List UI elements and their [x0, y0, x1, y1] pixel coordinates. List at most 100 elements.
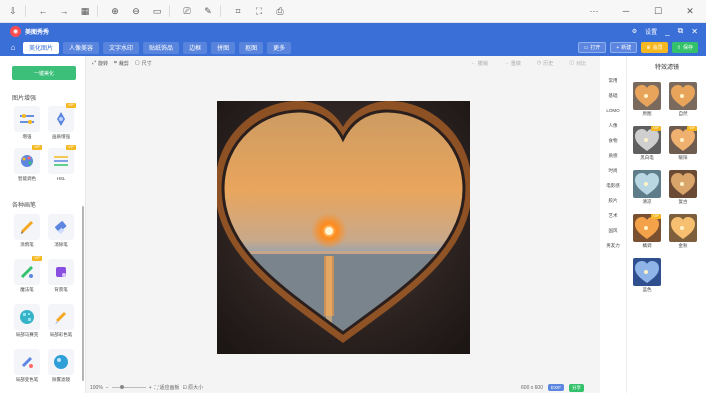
undo-button[interactable]: ← 撤销 [471, 60, 488, 67]
tab-beautify[interactable]: 美化图片 [23, 41, 60, 54]
zoom-out-icon[interactable]: ⊖ [128, 3, 144, 19]
filter-tile[interactable]: VIP 暖阳 [669, 126, 697, 162]
app-minimize-icon[interactable]: _ [665, 27, 669, 36]
filter-tile[interactable]: VIP 橘调 [633, 214, 661, 250]
tool-hsl[interactable]: VIP HSL [46, 145, 76, 186]
category-item[interactable]: 基础 [600, 93, 626, 99]
tab-stickers[interactable]: 贴纸饰品 [143, 41, 180, 54]
save-button[interactable]: ⇪ 保存 [671, 42, 698, 53]
app-restore-icon[interactable]: ⧉ [678, 26, 684, 36]
zoom-in-icon[interactable]: + [149, 385, 152, 391]
category-item[interactable]: 胶片 [600, 198, 626, 204]
filter-preview-image [669, 82, 697, 110]
category-item[interactable]: 人像 [600, 123, 626, 129]
tool-quality-enhance[interactable]: VIP 画质增强 [46, 103, 76, 144]
home-icon[interactable]: ⌂ [7, 42, 19, 54]
tab-more[interactable]: 更多 [267, 41, 292, 54]
zoom-control[interactable]: 100% − + ⛶ 适应画板 ⊡ 原大小 [90, 384, 204, 392]
one-click-beautify-button[interactable]: 一键美化 [12, 66, 76, 80]
screenshot-icon[interactable]: ⛶ [251, 3, 267, 19]
edit-icon[interactable]: ✎ [200, 3, 216, 19]
rotate-icon[interactable]: ⎚ [179, 3, 195, 19]
crop-icon[interactable]: ⌗ [230, 3, 246, 19]
crop-tool[interactable]: ⌗ 裁剪 [114, 60, 129, 67]
filter-tile[interactable]: 金秋 [669, 214, 697, 250]
tool-eraser-pen[interactable]: 消除笔 [46, 214, 76, 252]
tool-magic-pen[interactable]: VIP 魔法笔 [12, 256, 42, 297]
filter-label: 橘调 [642, 243, 652, 248]
filter-preview-image [633, 82, 661, 110]
pin-icon[interactable]: ⇩ [5, 3, 21, 19]
category-item[interactable]: 艺术 [600, 213, 626, 219]
filter-tile[interactable]: 原图 [633, 82, 661, 118]
tab-collage[interactable]: 拼图 [211, 41, 236, 54]
filter-tile[interactable]: 清凉 [633, 170, 661, 206]
tool-background-pen[interactable]: 背景笔 [46, 259, 76, 297]
rotate-tool[interactable]: ⤢ 旋转 [92, 60, 108, 67]
redo-button[interactable]: → 重做 [504, 60, 521, 67]
tool-dehaze[interactable]: 除雾滤镜 [46, 349, 76, 387]
forward-icon[interactable]: → [56, 3, 72, 19]
tool-label: 背景笔 [54, 287, 68, 292]
tab-frames[interactable]: 边框 [183, 41, 208, 54]
tool-recolor-pen[interactable]: 局部变色笔 [12, 349, 42, 387]
history-button[interactable]: ◷ 历史 [537, 60, 553, 67]
category-item[interactable]: 男友力 [600, 243, 626, 249]
zoom-in-icon[interactable]: ⊕ [107, 3, 123, 19]
new-button[interactable]: + 新建 [610, 42, 638, 53]
share-button[interactable]: 分享 [569, 383, 584, 392]
size-tool[interactable]: ▢ 尺寸 [135, 60, 152, 67]
filter-tile[interactable]: 蓝色 [633, 258, 661, 294]
filter-label: 清凉 [642, 199, 652, 204]
filter-label: 原图 [642, 111, 652, 116]
zoom-slider[interactable] [111, 385, 146, 389]
tool-mosaic[interactable]: 局部马赛克 [12, 304, 42, 342]
grid-icon[interactable]: ▦ [77, 3, 93, 19]
tab-cutout[interactable]: 抠图 [239, 41, 264, 54]
editing-canvas: ⤢ 旋转 ⌗ 裁剪 ▢ 尺寸 ← 撤销 → 重做 ◷ 历史 ◫ 对比 100% … [86, 56, 600, 393]
category-item[interactable]: 食物 [600, 138, 626, 144]
original-size-button[interactable]: ⊡ 原大小 [183, 384, 204, 391]
filter-tile[interactable]: VIP 黑白电 [633, 126, 661, 162]
folder-icon: ▭ [583, 44, 589, 51]
exif-button[interactable]: EXIF [547, 384, 564, 391]
app-close-icon[interactable]: ✕ [691, 27, 698, 36]
pen-icon [14, 214, 40, 240]
open-button[interactable]: ▭ 打开 [577, 42, 607, 53]
category-item[interactable]: 质感 [600, 153, 626, 159]
fit-screen-icon[interactable]: ▭ [149, 3, 165, 19]
zoom-out-icon[interactable]: − [106, 385, 109, 391]
close-icon[interactable]: ✕ [682, 3, 698, 19]
category-item[interactable]: LOMO [600, 108, 626, 113]
filter-tile[interactable]: 自然 [669, 82, 697, 118]
settings-label[interactable]: 设置 [645, 27, 657, 36]
category-item[interactable]: 电影感 [600, 183, 626, 189]
settings-icon[interactable]: ⚙ [632, 28, 637, 35]
tool-smart-color[interactable]: VIP 智能调色 [12, 145, 42, 186]
vip-button[interactable]: ♛ 会员 [641, 42, 668, 53]
minimize-icon[interactable]: ─ [618, 3, 634, 19]
back-icon[interactable]: ← [35, 3, 51, 19]
tool-enhance[interactable]: 增强 [12, 106, 42, 144]
tab-portrait[interactable]: 人像美容 [63, 41, 100, 54]
filter-tile[interactable]: 复古 [669, 170, 697, 206]
left-panel-scrollbar[interactable] [82, 206, 84, 381]
maximize-icon[interactable]: ☐ [650, 3, 666, 19]
tab-text-watermark[interactable]: 文字水印 [103, 41, 140, 54]
save-file-icon[interactable]: ⎙ [272, 3, 288, 19]
tool-label: 局部彩色笔 [49, 332, 73, 337]
vip-badge: VIP [66, 103, 76, 108]
more-icon[interactable]: ··· [586, 3, 602, 19]
crown-icon: ♛ [646, 44, 651, 51]
category-item[interactable]: 时尚 [600, 168, 626, 174]
edited-photo[interactable] [215, 101, 472, 354]
tool-doodle-pen[interactable]: 涂鸦笔 [12, 214, 42, 252]
fit-canvas-button[interactable]: ⛶ 适应画板 [155, 384, 180, 391]
compare-button[interactable]: ◫ 对比 [569, 60, 586, 67]
app-name: 美图秀秀 [25, 29, 50, 36]
category-item[interactable]: 常用 [600, 78, 626, 84]
category-item[interactable]: 国风 [600, 228, 626, 234]
filter-thumbnail [633, 170, 661, 198]
save-icon: ⇪ [676, 44, 681, 51]
tool-color-brush[interactable]: 局部彩色笔 [46, 304, 76, 342]
